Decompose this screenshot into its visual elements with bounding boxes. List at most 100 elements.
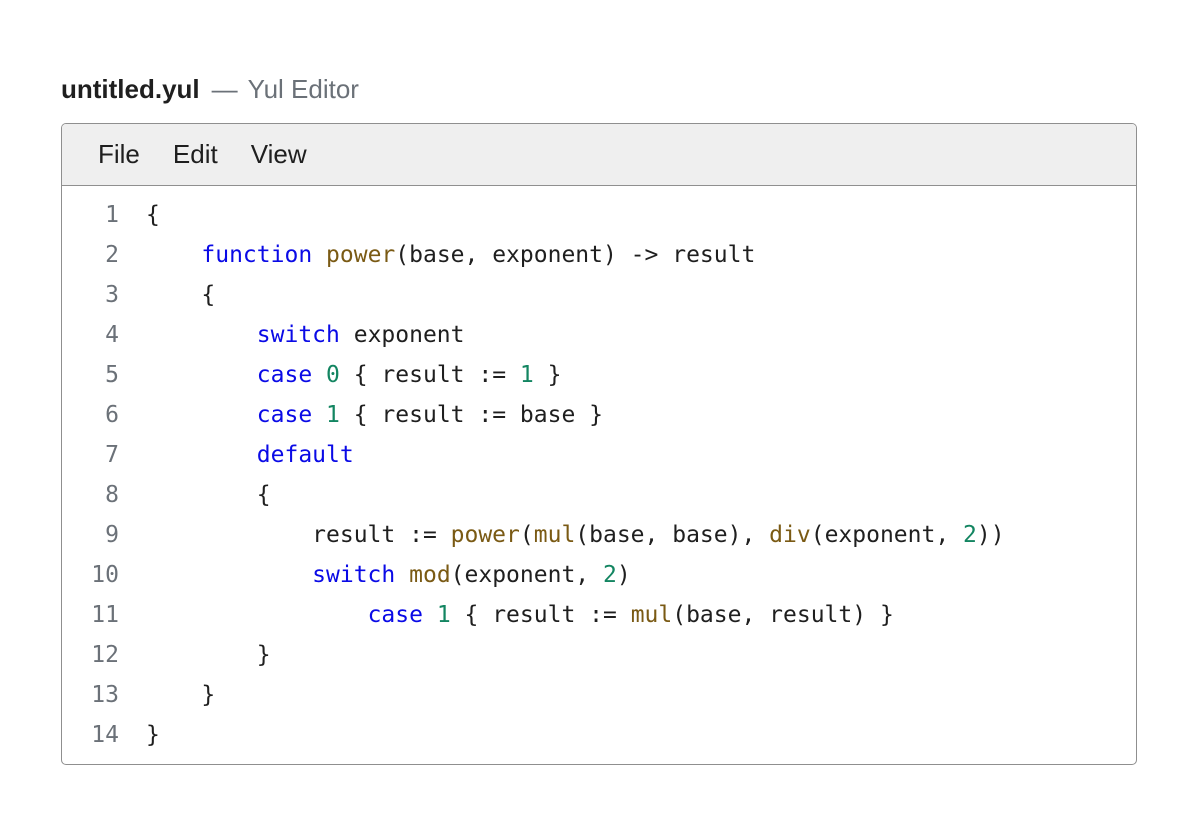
line-code[interactable]: { xyxy=(146,202,160,228)
line-code[interactable]: case 1 { result := base } xyxy=(146,402,603,428)
code-text: (exponent, xyxy=(810,522,964,548)
line-code[interactable]: } xyxy=(146,722,160,748)
menu-bar: File Edit View xyxy=(62,124,1136,186)
number-token: 2 xyxy=(963,522,977,548)
line-code[interactable]: default xyxy=(146,442,354,468)
editor-window: File Edit View 1{2 function power(base, … xyxy=(61,123,1137,765)
keyword-token: case xyxy=(256,402,313,428)
line-number: 13 xyxy=(91,682,119,708)
line-code[interactable]: { xyxy=(146,282,215,308)
line-number: 2 xyxy=(105,242,119,268)
line-number: 8 xyxy=(105,482,119,508)
line-number: 10 xyxy=(91,562,119,588)
code-text: exponent xyxy=(339,322,465,348)
code-text: } xyxy=(146,722,160,748)
code-text: ( xyxy=(519,522,534,548)
line-number: 4 xyxy=(105,322,119,348)
menu-view[interactable]: View xyxy=(251,139,307,170)
line-number: 9 xyxy=(105,522,119,548)
function-token: power xyxy=(326,242,396,268)
code-text: (base, exponent) -> result xyxy=(395,242,756,268)
code-editor[interactable]: 1{2 function power(base, exponent) -> re… xyxy=(62,186,1136,755)
code-text: { result := xyxy=(339,362,520,388)
number-token: 1 xyxy=(326,402,340,428)
keyword-token: default xyxy=(256,442,354,468)
line-code[interactable]: case 0 { result := 1 } xyxy=(146,362,562,388)
menu-file[interactable]: File xyxy=(98,139,140,170)
code-line[interactable]: 1{ xyxy=(62,195,1136,235)
code-line[interactable]: 12 } xyxy=(62,635,1136,675)
line-code[interactable]: result := power(mul(base, base), div(exp… xyxy=(146,522,1005,548)
function-token: mul xyxy=(533,522,576,548)
code-line[interactable]: 3 { xyxy=(62,275,1136,315)
code-line[interactable]: 4 switch exponent xyxy=(62,315,1136,355)
line-number: 5 xyxy=(105,362,119,388)
window-title: untitled.yul — Yul Editor xyxy=(61,72,359,106)
code-text: result := xyxy=(146,522,451,548)
line-number: 7 xyxy=(105,442,119,468)
number-token: 2 xyxy=(603,562,617,588)
code-line[interactable]: 14} xyxy=(62,715,1136,755)
code-line[interactable]: 2 function power(base, exponent) -> resu… xyxy=(62,235,1136,275)
code-line[interactable]: 7 default xyxy=(62,435,1136,475)
code-text: (exponent, xyxy=(450,562,603,588)
code-text: } xyxy=(146,642,271,668)
line-code[interactable]: switch mod(exponent, 2) xyxy=(146,562,631,588)
code-line[interactable]: 5 case 0 { result := 1 } xyxy=(62,355,1136,395)
keyword-token: switch xyxy=(312,562,396,588)
line-code[interactable]: case 1 { result := mul(base, result) } xyxy=(146,602,894,628)
code-line[interactable]: 8 { xyxy=(62,475,1136,515)
code-text: } xyxy=(146,682,216,708)
code-text: )) xyxy=(976,522,1005,548)
line-code[interactable]: } xyxy=(146,642,271,668)
line-number: 6 xyxy=(105,402,119,428)
line-number: 12 xyxy=(91,642,119,668)
line-number: 3 xyxy=(105,282,119,308)
code-line[interactable]: 9 result := power(mul(base, base), div(e… xyxy=(62,515,1136,555)
code-text: ) xyxy=(616,562,631,588)
code-text: { xyxy=(146,482,271,508)
code-line[interactable]: 6 case 1 { result := base } xyxy=(62,395,1136,435)
line-number: 14 xyxy=(91,722,119,748)
function-token: mod xyxy=(409,562,451,588)
keyword-token: case xyxy=(256,362,313,388)
code-text: { result := xyxy=(450,602,631,628)
code-text: } xyxy=(533,362,562,388)
line-code[interactable]: { xyxy=(146,482,271,508)
number-token: 1 xyxy=(519,362,534,388)
app-name: Yul Editor xyxy=(247,73,359,104)
code-text: { xyxy=(146,282,216,308)
line-number: 1 xyxy=(105,202,119,228)
line-code[interactable]: } xyxy=(146,682,215,708)
code-text: { result := base } xyxy=(339,402,603,428)
keyword-token: case xyxy=(367,602,423,628)
code-line[interactable]: 13 } xyxy=(62,675,1136,715)
code-text: (base, result) } xyxy=(672,602,894,628)
number-token: 0 xyxy=(326,362,340,388)
line-number: 11 xyxy=(91,602,119,628)
code-text: (base, base), xyxy=(575,522,770,548)
line-code[interactable]: function power(base, exponent) -> result xyxy=(146,242,755,268)
code-line[interactable]: 11 case 1 { result := mul(base, result) … xyxy=(62,595,1136,635)
menu-edit[interactable]: Edit xyxy=(173,139,218,170)
file-name: untitled.yul xyxy=(61,73,200,104)
keyword-token: switch xyxy=(256,322,340,348)
line-code[interactable]: switch exponent xyxy=(146,322,465,348)
code-line[interactable]: 10 switch mod(exponent, 2) xyxy=(62,555,1136,595)
title-separator: — xyxy=(211,73,238,104)
number-token: 1 xyxy=(436,602,451,628)
code-text: { xyxy=(146,202,160,228)
function-token: div xyxy=(769,522,811,548)
function-token: power xyxy=(450,522,520,548)
